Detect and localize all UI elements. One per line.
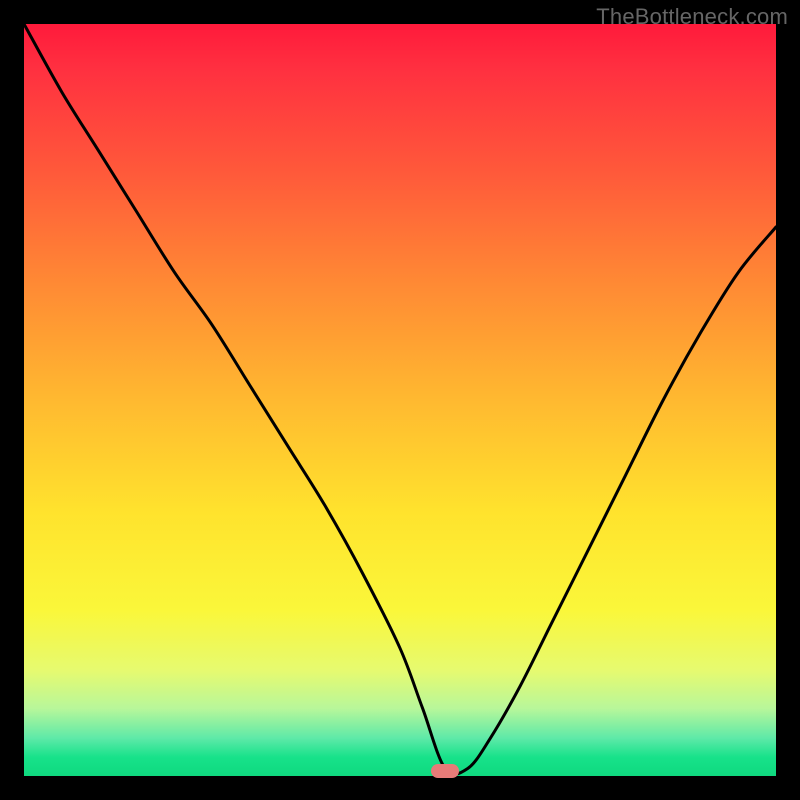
plot-area xyxy=(24,24,776,776)
bottleneck-curve xyxy=(24,24,776,776)
watermark-text: TheBottleneck.com xyxy=(596,4,788,30)
chart-outer: TheBottleneck.com xyxy=(0,0,800,800)
optimal-marker xyxy=(431,764,459,778)
curve-path xyxy=(24,24,776,774)
